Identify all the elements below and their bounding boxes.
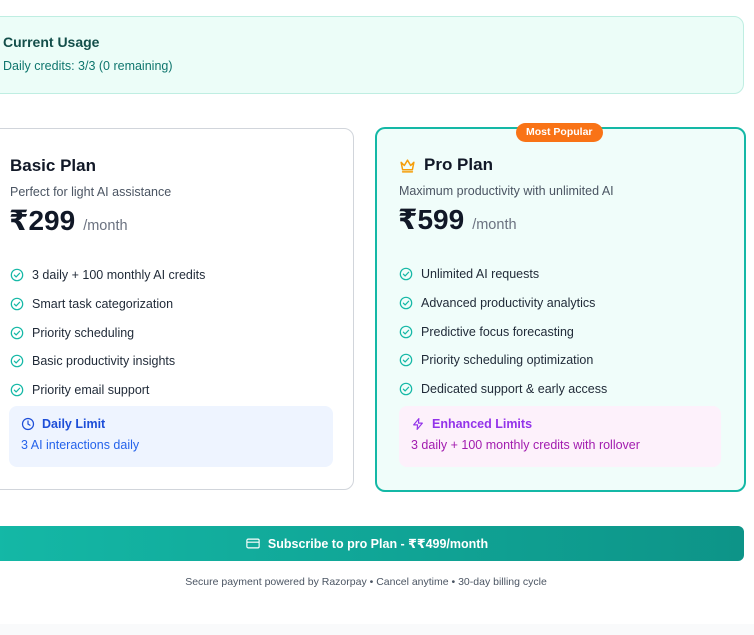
plan-name-text: Pro Plan bbox=[424, 155, 493, 174]
credit-card-icon bbox=[246, 538, 260, 549]
plan-description: Perfect for light AI assistance bbox=[10, 185, 172, 199]
check-circle-icon bbox=[10, 297, 24, 311]
feature-item: Priority scheduling bbox=[10, 318, 205, 347]
feature-item: Priority email support bbox=[10, 376, 205, 405]
limit-title: Enhanced Limits bbox=[411, 417, 721, 431]
subscribe-button[interactable]: Subscribe to pro Plan - ₹₹499/month bbox=[0, 526, 744, 561]
feature-item: Predictive focus forecasting bbox=[399, 317, 607, 346]
most-popular-badge: Most Popular bbox=[516, 123, 603, 142]
plan-name-text: Basic Plan bbox=[10, 156, 96, 175]
bottom-strip bbox=[0, 624, 754, 635]
enhanced-limits-box: Enhanced Limits 3 daily + 100 monthly cr… bbox=[399, 406, 721, 467]
payment-footnote: Secure payment powered by Razorpay • Can… bbox=[185, 576, 547, 588]
daily-credits-text: Daily credits: 3/3 (0 remaining) bbox=[3, 59, 173, 73]
price-row: ₹299 /month bbox=[9, 204, 128, 237]
feature-item: Smart task categorization bbox=[10, 290, 205, 319]
plan-description: Maximum productivity with unlimited AI bbox=[399, 184, 614, 198]
feature-text: Basic productivity insights bbox=[32, 354, 176, 369]
subscribe-label: Subscribe to pro Plan - ₹₹499/month bbox=[267, 537, 489, 551]
limit-title-text: Enhanced Limits bbox=[432, 417, 533, 431]
price-row: ₹599 /month bbox=[398, 203, 517, 236]
feature-item: Basic productivity insights bbox=[10, 347, 205, 376]
limit-text: 3 daily + 100 monthly credits with rollo… bbox=[411, 438, 640, 452]
check-circle-icon bbox=[399, 296, 413, 310]
feature-list: Unlimited AI requests Advanced productiv… bbox=[399, 260, 607, 403]
basic-plan-card[interactable]: Basic Plan Perfect for light AI assistan… bbox=[0, 128, 354, 490]
check-circle-icon bbox=[399, 382, 413, 396]
plan-price: ₹299 bbox=[9, 205, 76, 236]
crown-icon bbox=[400, 158, 415, 173]
bolt-icon bbox=[413, 418, 423, 430]
limit-title: Daily Limit bbox=[21, 417, 333, 431]
feature-list: 3 daily + 100 monthly AI credits Smart t… bbox=[10, 261, 205, 404]
feature-text: 3 daily + 100 monthly AI credits bbox=[32, 268, 206, 283]
clock-icon bbox=[21, 417, 35, 431]
pro-plan-card[interactable]: Most Popular Pro Plan Maximum productivi… bbox=[375, 123, 746, 492]
check-circle-icon bbox=[10, 383, 24, 397]
daily-limit-box: Daily Limit 3 AI interactions daily bbox=[9, 406, 333, 467]
feature-text: Priority scheduling optimization bbox=[421, 353, 594, 368]
check-circle-icon bbox=[10, 269, 24, 282]
price-period: /month bbox=[472, 217, 517, 233]
feature-text: Smart task categorization bbox=[32, 297, 174, 312]
check-circle-icon bbox=[399, 268, 413, 281]
feature-item: Unlimited AI requests bbox=[399, 260, 607, 289]
limit-text: 3 AI interactions daily bbox=[21, 438, 140, 452]
plan-price: ₹599 bbox=[398, 204, 465, 235]
current-usage-title: Current Usage bbox=[3, 34, 100, 50]
feature-item: Dedicated support & early access bbox=[399, 375, 607, 404]
feature-item: 3 daily + 100 monthly AI credits bbox=[10, 261, 205, 290]
feature-text: Unlimited AI requests bbox=[421, 267, 540, 282]
feature-text: Predictive focus forecasting bbox=[421, 324, 574, 339]
feature-item: Priority scheduling optimization bbox=[399, 346, 607, 375]
plan-name: Pro Plan bbox=[399, 155, 493, 175]
feature-text: Priority email support bbox=[32, 383, 150, 398]
plan-name: Basic Plan bbox=[10, 156, 96, 176]
check-circle-icon bbox=[399, 354, 413, 367]
price-period: /month bbox=[83, 218, 128, 234]
feature-text: Dedicated support & early access bbox=[421, 382, 608, 397]
check-circle-icon bbox=[10, 326, 24, 340]
limit-title-text: Daily Limit bbox=[42, 417, 106, 431]
check-circle-icon bbox=[10, 355, 24, 368]
feature-text: Priority scheduling bbox=[32, 325, 135, 340]
feature-item: Advanced productivity analytics bbox=[399, 289, 607, 318]
feature-text: Advanced productivity analytics bbox=[421, 296, 596, 311]
current-usage-panel: Current Usage Daily credits: 3/3 (0 rema… bbox=[0, 16, 744, 94]
check-circle-icon bbox=[399, 325, 413, 339]
